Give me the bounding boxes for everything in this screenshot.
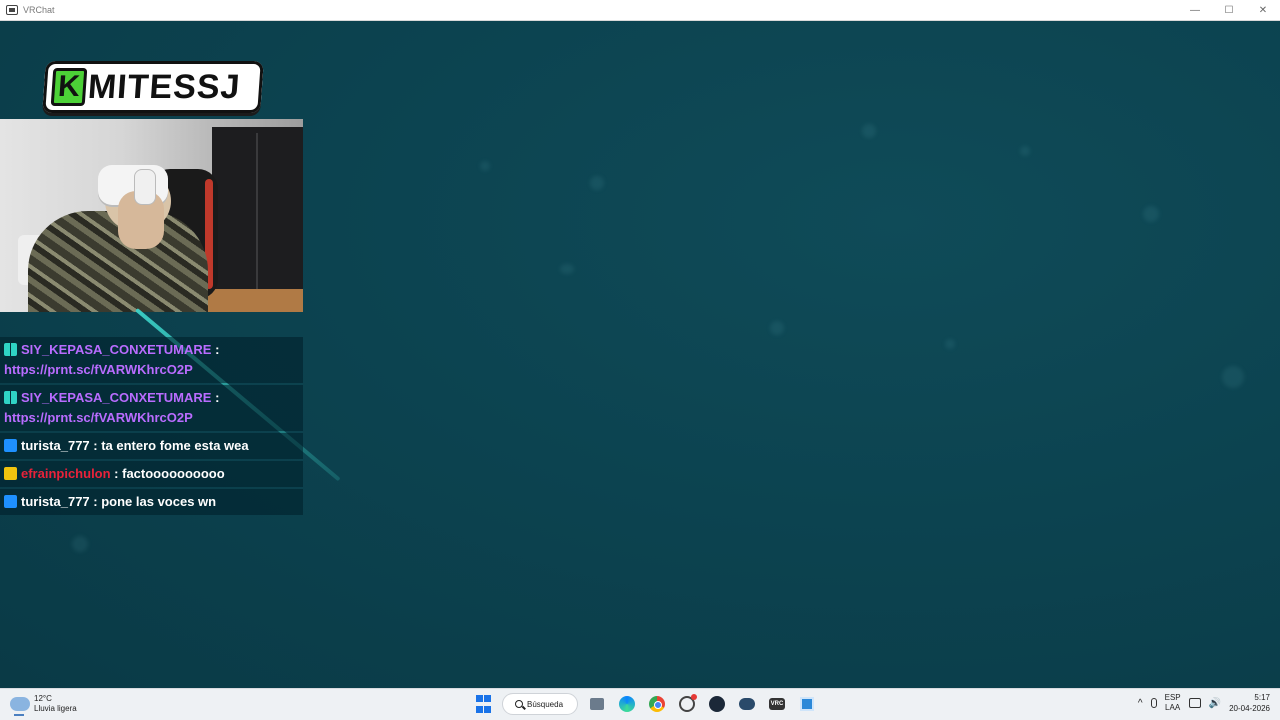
chat-message: SIY_KEPASA_CONXETUMARE : https://prnt.sc… <box>0 385 303 431</box>
glitch-icon <box>4 391 17 404</box>
logo-text: MITESSJ <box>86 67 242 106</box>
background-particle <box>560 264 574 274</box>
background-particle <box>1222 366 1244 388</box>
chat-separator: : <box>110 466 123 481</box>
edge-icon[interactable] <box>616 693 638 715</box>
chrome-icon[interactable] <box>646 693 668 715</box>
volume-icon[interactable]: 🔊 <box>1209 698 1221 709</box>
background-particle <box>770 321 784 335</box>
background-particle <box>72 536 88 552</box>
webcam-wardrobe <box>212 127 303 295</box>
chat-text: https://prnt.sc/fVARWKhrcO2P <box>4 362 193 377</box>
crown-icon <box>4 467 17 480</box>
language-indicator[interactable]: ESP LAA <box>1165 693 1181 713</box>
chat-message: turista_777 : ta entero fome esta wea <box>0 433 303 459</box>
oculus-icon[interactable] <box>736 693 758 715</box>
app-window-icon[interactable] <box>796 693 818 715</box>
webcam-floor <box>200 289 303 312</box>
clock-time: 5:17 <box>1254 693 1270 702</box>
game-viewport[interactable]: K MITESSJ SIY_KEPASA_CONXETUMARE : https… <box>0 21 1280 688</box>
prime-icon <box>4 439 17 452</box>
background-particle <box>862 124 876 138</box>
system-tray: ^ ESP LAA 🔊 5:17 20-04-2026 <box>1138 692 1270 714</box>
vrchat-taskbar-icon[interactable]: VRC <box>766 693 788 715</box>
glitch-icon <box>4 343 17 356</box>
chat-separator: : <box>211 342 220 357</box>
chat-separator: : <box>89 494 102 509</box>
lang-bottom: LAA <box>1165 703 1181 712</box>
weather-text: 12°C Lluvia ligera <box>34 694 77 714</box>
chat-message: turista_777 : pone las voces wn <box>0 489 303 515</box>
prime-icon <box>4 495 17 508</box>
steam-icon[interactable] <box>706 693 728 715</box>
chevron-up-icon[interactable]: ^ <box>1138 698 1143 709</box>
background-particle <box>480 161 490 171</box>
weather-desc: Lluvia ligera <box>34 704 77 713</box>
chat-separator: : <box>89 438 102 453</box>
window-titlebar: VRChat — ☐ ✕ <box>0 0 1280 21</box>
chat-separator: : <box>211 390 220 405</box>
logo-k-letter: K <box>50 68 88 106</box>
background-particle <box>945 339 955 349</box>
webcam-feed <box>0 119 303 312</box>
taskbar-clock[interactable]: 5:17 20-04-2026 <box>1229 692 1270 714</box>
lang-top: ESP <box>1164 693 1181 702</box>
chat-overlay: SIY_KEPASA_CONXETUMARE : https://prnt.sc… <box>0 337 303 517</box>
window-title: VRChat <box>23 5 55 15</box>
windows-taskbar: 12°C Lluvia ligera Búsqueda VRC ^ ESP LA… <box>0 688 1280 720</box>
rain-cloud-icon <box>10 697 30 716</box>
chat-text: ta entero fome esta wea <box>101 438 249 453</box>
vr-controller <box>134 169 156 205</box>
search-box[interactable]: Búsqueda <box>502 693 578 715</box>
chat-text: factoooooooooo <box>122 466 225 481</box>
channel-logo: K MITESSJ <box>42 61 264 113</box>
window-controls: — ☐ ✕ <box>1178 0 1280 21</box>
chat-username: efrainpichulon <box>21 466 111 481</box>
weather-temp: 12°C <box>34 694 52 703</box>
chat-username: turista_777 <box>21 494 90 509</box>
background-particle <box>1143 206 1159 222</box>
network-icon[interactable] <box>1188 698 1201 708</box>
task-view-icon[interactable] <box>586 693 608 715</box>
chat-message: SIY_KEPASA_CONXETUMARE : https://prnt.sc… <box>0 337 303 383</box>
microphone-icon[interactable] <box>1150 698 1157 708</box>
chat-message: efrainpichulon : factoooooooooo <box>0 461 303 487</box>
search-label: Búsqueda <box>527 699 564 709</box>
maximize-button[interactable]: ☐ <box>1212 0 1246 21</box>
obs-icon[interactable] <box>676 693 698 715</box>
search-icon <box>515 700 523 708</box>
close-button[interactable]: ✕ <box>1246 0 1280 21</box>
chat-username: SIY_KEPASA_CONXETUMARE <box>21 342 212 357</box>
vrchat-app-icon <box>6 5 18 15</box>
start-icon[interactable] <box>472 693 494 715</box>
chat-username: turista_777 <box>21 438 90 453</box>
chat-text: pone las voces wn <box>101 494 217 509</box>
minimize-button[interactable]: — <box>1178 0 1212 21</box>
chat-username: SIY_KEPASA_CONXETUMARE <box>21 390 212 405</box>
background-particle <box>1020 146 1030 156</box>
background-particle <box>590 176 604 190</box>
chat-text: https://prnt.sc/fVARWKhrcO2P <box>4 410 193 425</box>
taskbar-apps: Búsqueda VRC <box>472 693 818 715</box>
weather-widget[interactable]: 12°C Lluvia ligera <box>10 694 77 716</box>
clock-date: 20-04-2026 <box>1229 704 1270 713</box>
